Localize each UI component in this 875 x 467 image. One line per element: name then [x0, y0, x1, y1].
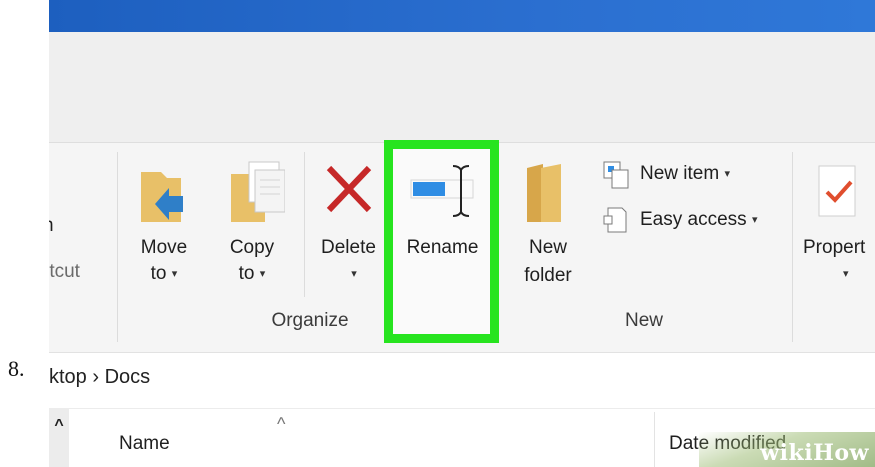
new-item-label: New item ▾	[640, 163, 730, 184]
delete-icon	[326, 165, 372, 213]
copy-to-icon	[231, 161, 286, 222]
chevron-down-icon: ▾	[843, 268, 849, 280]
copy-to-label: Copy	[229, 237, 275, 258]
group-divider	[792, 152, 793, 342]
new-folder-label-line2: folder	[524, 265, 572, 286]
new-item-button[interactable]: New item ▾	[602, 160, 772, 194]
group-divider	[117, 152, 118, 342]
copy-to-label-line2: to ▾	[238, 263, 266, 284]
address-bar[interactable]	[49, 352, 875, 409]
organize-group-label: Organize	[271, 310, 349, 331]
sort-indicator-icon: ^	[277, 414, 286, 434]
column-divider	[654, 412, 655, 467]
chevron-down-icon: ▾	[171, 268, 178, 280]
paste-shortcut-label[interactable]: rtcut	[49, 260, 80, 284]
column-header-name[interactable]: Name	[119, 432, 170, 456]
chevron-down-icon: ▾	[259, 268, 266, 280]
new-item-icon	[603, 161, 629, 189]
easy-access-label: Easy access ▾	[640, 209, 758, 230]
file-explorer-window: n rtcut Move to ▾ Copy to ▾ Delete ▾	[49, 0, 875, 467]
step-number: 8.	[8, 356, 25, 381]
new-group-label: New	[624, 310, 663, 331]
delete-label: Delete	[321, 237, 376, 258]
properties-icon	[818, 165, 856, 217]
move-to-label-line2: to ▾	[150, 263, 178, 284]
chevron-down-icon: ▾	[751, 214, 758, 226]
properties-button[interactable]	[801, 160, 875, 290]
title-bar	[49, 0, 875, 32]
rename-icon	[410, 165, 474, 217]
ribbon-tabs-area	[49, 32, 875, 142]
move-to-icon	[141, 172, 183, 222]
new-folder-label: New	[528, 237, 567, 258]
move-to-label: Move	[140, 237, 188, 258]
chevron-down-icon: ▾	[351, 268, 357, 280]
scroll-up-icon[interactable]: ^	[51, 414, 67, 438]
easy-access-button[interactable]: Easy access ▾	[602, 204, 792, 238]
watermark-logo: wikiHow	[760, 440, 869, 466]
partial-button-label: n	[49, 214, 54, 238]
breadcrumb[interactable]: ktop › Docs	[49, 366, 150, 389]
chevron-down-icon: ▾	[724, 168, 730, 180]
group-divider	[304, 152, 305, 297]
rename-label: Rename	[406, 237, 479, 258]
easy-access-icon	[603, 207, 627, 233]
folder-icon	[527, 164, 561, 222]
properties-label: Propert	[803, 237, 866, 258]
